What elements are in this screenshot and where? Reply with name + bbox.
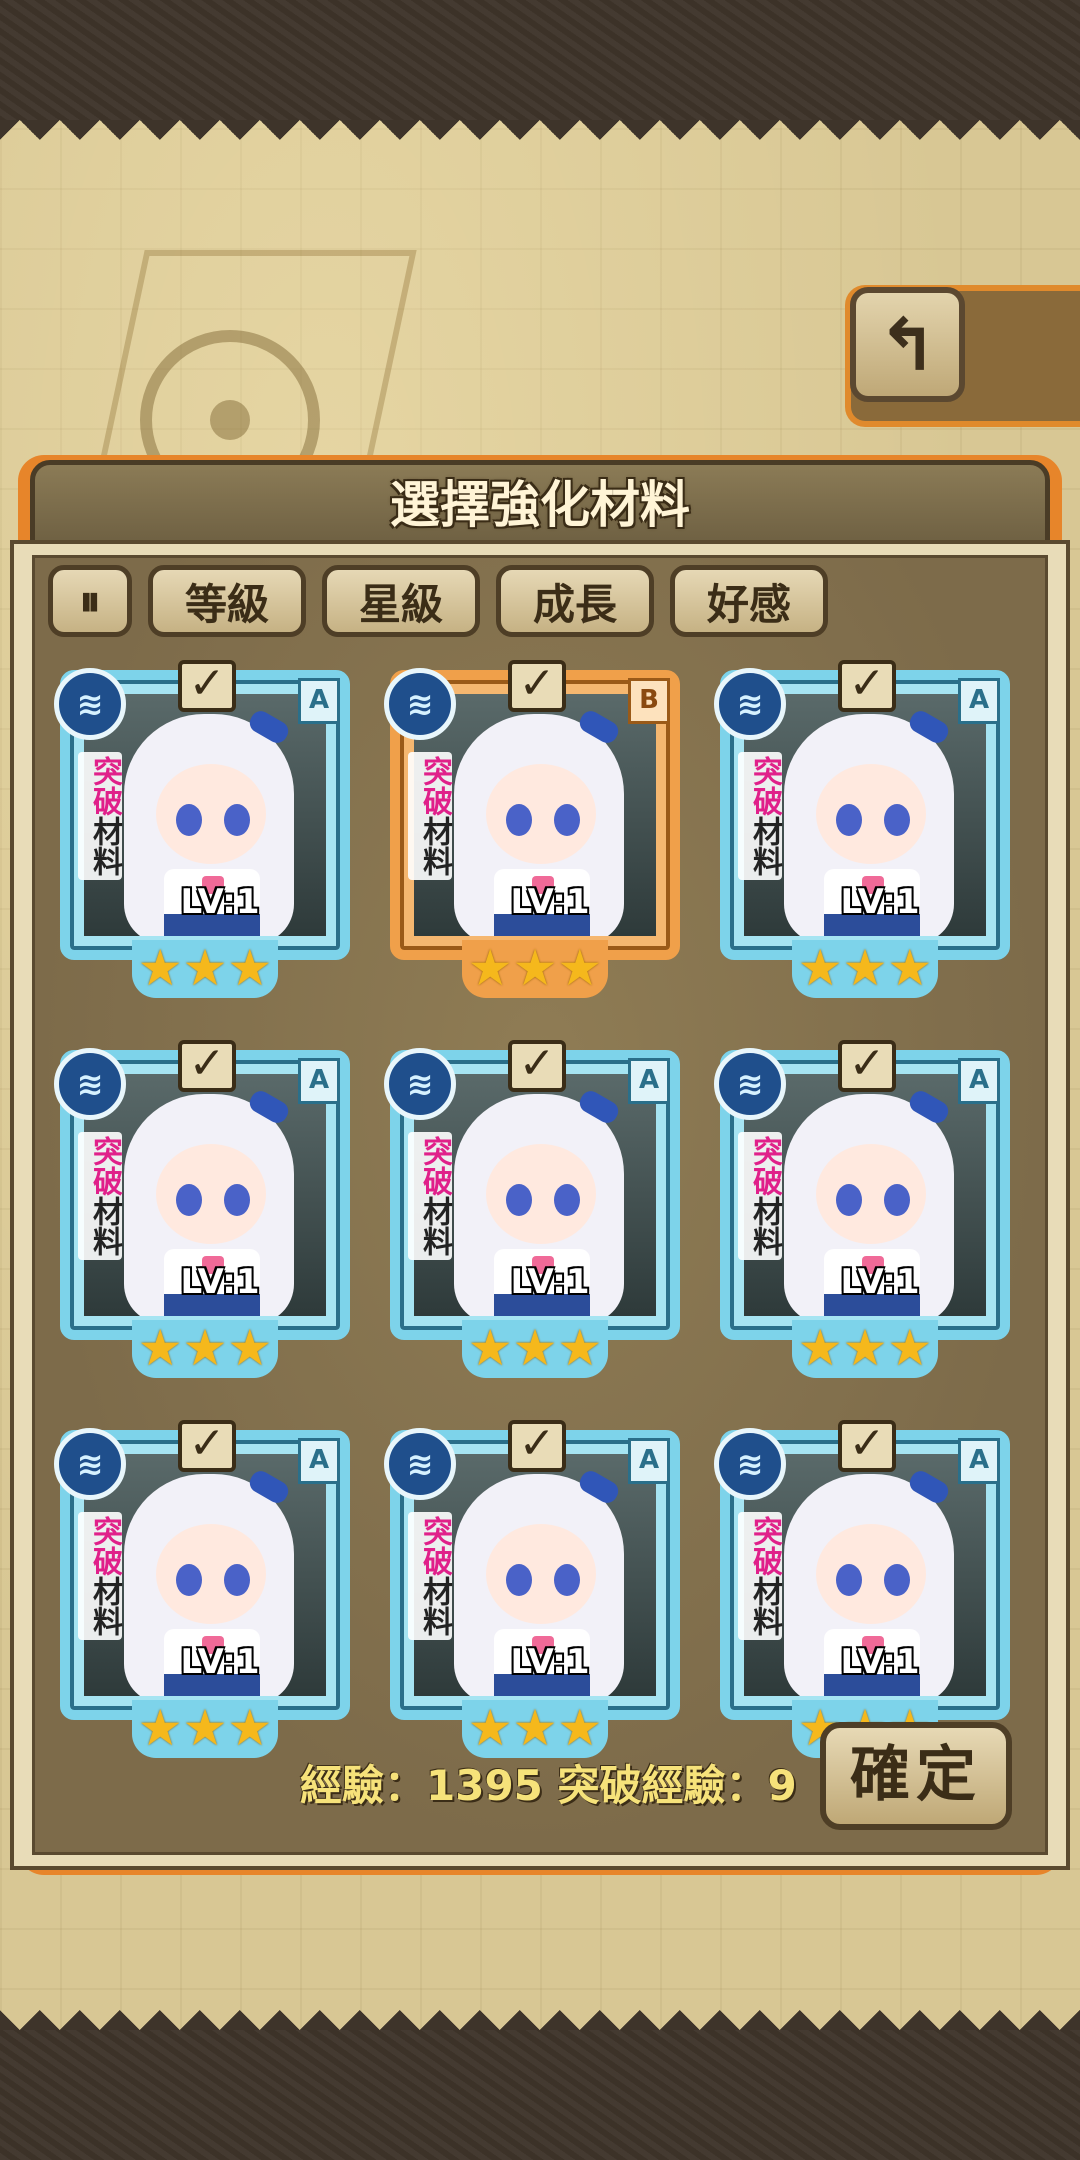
selected-check-icon: ✓ (178, 1420, 236, 1472)
selected-check-icon: ✓ (508, 1040, 566, 1092)
breakthrough-material-tag: 突破材料 (78, 752, 122, 880)
water-element-icon: ≋ (714, 1428, 786, 1500)
breakthrough-material-tag: 突破材料 (78, 1512, 122, 1640)
rank-badge: A (628, 1058, 670, 1104)
tag-bottom-text: 材料 (747, 1576, 782, 1636)
breakthrough-material-tag: 突破材料 (408, 752, 452, 880)
confirm-button[interactable]: 確定 (820, 1722, 1012, 1830)
material-grid: ≋ ✓ A 突破材料 LV:1 ★★★ ≋ ✓ B 突破材料 LV:1 ★★★ … (54, 660, 1020, 1790)
tag-bottom-text: 材料 (87, 816, 122, 876)
level-label: LV:1 (840, 882, 920, 922)
material-card[interactable]: ≋ ✓ A 突破材料 LV:1 ★★★ (54, 1420, 350, 1760)
rank-badge: A (958, 678, 1000, 724)
rank-badge: A (958, 1058, 1000, 1104)
filter-growth-button[interactable]: 成長 (496, 565, 654, 637)
water-element-icon: ≋ (384, 1428, 456, 1500)
water-element-icon: ≋ (54, 1048, 126, 1120)
filter-level-button[interactable]: 等級 (148, 565, 306, 637)
tag-top-text: 突破 (747, 1136, 782, 1196)
rank-badge: A (628, 1438, 670, 1484)
tag-top-text: 突破 (417, 1136, 452, 1196)
filter-star-button[interactable]: 星級 (322, 565, 480, 637)
tag-bottom-text: 材料 (417, 1576, 452, 1636)
material-card[interactable]: ≋ ✓ A 突破材料 LV:1 ★★★ (714, 660, 1010, 1000)
star-rating: ★★★ (792, 940, 938, 998)
tag-top-text: 突破 (747, 756, 782, 816)
water-element-icon: ≋ (54, 668, 126, 740)
water-element-icon: ≋ (384, 668, 456, 740)
level-label: LV:1 (180, 1262, 260, 1302)
material-card[interactable]: ≋ ✓ A 突破材料 LV:1 ★★★ (714, 1420, 1010, 1760)
selected-check-icon: ✓ (508, 660, 566, 712)
breakthrough-material-tag: 突破材料 (408, 1512, 452, 1640)
material-card[interactable]: ≋ ✓ A 突破材料 LV:1 ★★★ (384, 1420, 680, 1760)
breakthrough-material-tag: 突破材料 (408, 1132, 452, 1260)
level-label: LV:1 (510, 882, 590, 922)
sort-toggle-icon: ⏸ (79, 576, 101, 625)
breakthrough-material-tag: 突破材料 (78, 1132, 122, 1260)
level-label: LV:1 (510, 1262, 590, 1302)
water-element-icon: ≋ (714, 668, 786, 740)
sort-toggle-button[interactable]: ⏸ (48, 565, 132, 637)
level-label: LV:1 (840, 1262, 920, 1302)
tag-top-text: 突破 (87, 1516, 122, 1576)
selected-check-icon: ✓ (838, 660, 896, 712)
tag-top-text: 突破 (417, 1516, 452, 1576)
rank-badge: B (628, 678, 670, 724)
star-rating: ★★★ (132, 940, 278, 998)
filter-bar: ⏸ 等級 星級 成長 好感 (48, 565, 828, 645)
tag-bottom-text: 材料 (747, 816, 782, 876)
tag-bottom-text: 材料 (417, 816, 452, 876)
return-icon: ↰ (877, 302, 938, 387)
selected-check-icon: ✓ (508, 1420, 566, 1472)
rank-badge: A (298, 1438, 340, 1484)
tag-bottom-text: 材料 (417, 1196, 452, 1256)
level-label: LV:1 (840, 1642, 920, 1682)
star-rating: ★★★ (462, 940, 608, 998)
tag-top-text: 突破 (417, 756, 452, 816)
tag-bottom-text: 材料 (87, 1196, 122, 1256)
tag-bottom-text: 材料 (87, 1576, 122, 1636)
star-rating: ★★★ (132, 1700, 278, 1758)
back-button[interactable]: ↰ (850, 287, 965, 402)
filter-affection-button[interactable]: 好感 (670, 565, 828, 637)
water-element-icon: ≋ (54, 1428, 126, 1500)
level-label: LV:1 (180, 882, 260, 922)
material-card[interactable]: ≋ ✓ A 突破材料 LV:1 ★★★ (54, 660, 350, 1000)
rank-badge: A (298, 678, 340, 724)
torn-edge-bottom (0, 1990, 1080, 2030)
tag-top-text: 突破 (747, 1516, 782, 1576)
water-element-icon: ≋ (384, 1048, 456, 1120)
selected-check-icon: ✓ (178, 660, 236, 712)
tag-bottom-text: 材料 (747, 1196, 782, 1256)
rank-badge: A (298, 1058, 340, 1104)
breakthrough-material-tag: 突破材料 (738, 1132, 782, 1260)
tag-top-text: 突破 (87, 756, 122, 816)
map-background-top (0, 0, 1080, 130)
selected-check-icon: ✓ (838, 1040, 896, 1092)
star-rating: ★★★ (462, 1320, 608, 1378)
breakthrough-material-tag: 突破材料 (738, 1512, 782, 1640)
material-card[interactable]: ≋ ✓ A 突破材料 LV:1 ★★★ (384, 1040, 680, 1380)
star-rating: ★★★ (462, 1700, 608, 1758)
material-card[interactable]: ≋ ✓ B 突破材料 LV:1 ★★★ (384, 660, 680, 1000)
tag-top-text: 突破 (87, 1136, 122, 1196)
map-background-bottom (0, 2030, 1080, 2160)
star-rating: ★★★ (132, 1320, 278, 1378)
selected-check-icon: ✓ (178, 1040, 236, 1092)
material-card[interactable]: ≋ ✓ A 突破材料 LV:1 ★★★ (54, 1040, 350, 1380)
water-element-icon: ≋ (714, 1048, 786, 1120)
torn-edge-top (0, 120, 1080, 160)
level-label: LV:1 (180, 1642, 260, 1682)
exp-summary: 經驗：1395 突破經驗：9 (300, 1761, 797, 1810)
selected-check-icon: ✓ (838, 1420, 896, 1472)
level-label: LV:1 (510, 1642, 590, 1682)
material-card[interactable]: ≋ ✓ A 突破材料 LV:1 ★★★ (714, 1040, 1010, 1380)
breakthrough-material-tag: 突破材料 (738, 752, 782, 880)
star-rating: ★★★ (792, 1320, 938, 1378)
page-title: 選擇強化材料 (390, 476, 690, 534)
rank-badge: A (958, 1438, 1000, 1484)
